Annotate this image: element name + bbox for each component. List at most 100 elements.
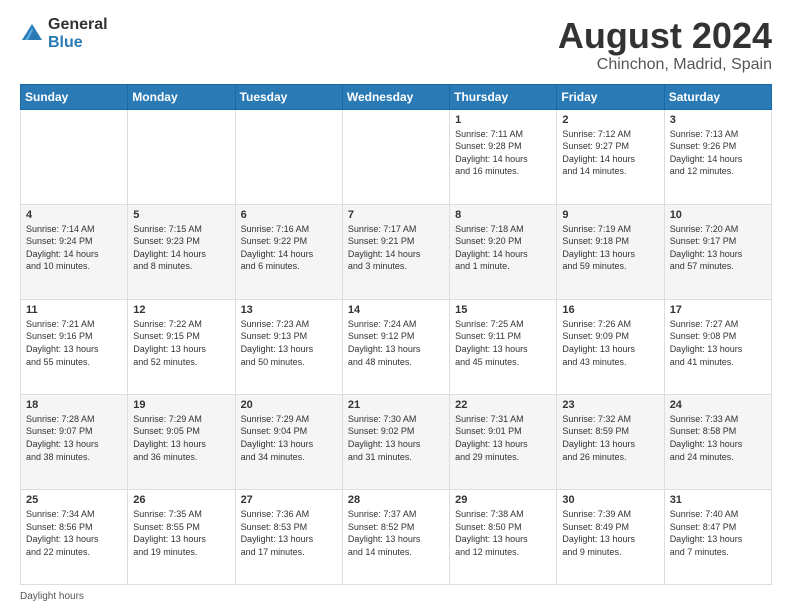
calendar-cell bbox=[21, 109, 128, 204]
logo-general-text: General bbox=[48, 16, 108, 34]
calendar-cell: 22 Sunrise: 7:31 AM Sunset: 9:01 PM Dayli… bbox=[450, 394, 557, 489]
calendar-cell: 8 Sunrise: 7:18 AM Sunset: 9:20 PM Daylig… bbox=[450, 204, 557, 299]
calendar-cell bbox=[128, 109, 235, 204]
day-info: Sunrise: 7:12 AM Sunset: 9:27 PM Dayligh… bbox=[562, 128, 658, 178]
day-number: 25 bbox=[26, 494, 122, 506]
day-number: 20 bbox=[241, 399, 337, 411]
calendar-cell: 3Sunrise: 7:13 AM Sunset: 9:26 PM Daylig… bbox=[664, 109, 771, 204]
calendar-cell: 30 Sunrise: 7:39 AM Sunset: 8:49 PM Dayli… bbox=[557, 489, 664, 584]
calendar-cell: 2 Sunrise: 7:12 AM Sunset: 9:27 PM Daylig… bbox=[557, 109, 664, 204]
calendar-cell: 5 Sunrise: 7:15 AM Sunset: 9:23 PM Daylig… bbox=[128, 204, 235, 299]
day-number: 11 bbox=[26, 304, 122, 316]
calendar-cell: 11 Sunrise: 7:21 AM Sunset: 9:16 PM Dayli… bbox=[21, 299, 128, 394]
calendar-cell: 21Sunrise: 7:30 AM Sunset: 9:02 PM Dayli… bbox=[342, 394, 449, 489]
day-info: Sunrise: 7:37 AM Sunset: 8:52 PM Dayligh… bbox=[348, 508, 444, 558]
day-number: 5 bbox=[133, 209, 229, 221]
calendar-week-3: 11 Sunrise: 7:21 AM Sunset: 9:16 PM Dayli… bbox=[21, 299, 772, 394]
day-info: Sunrise: 7:33 AM Sunset: 8:58 PM Dayligh… bbox=[670, 413, 766, 463]
day-number: 24 bbox=[670, 399, 766, 411]
calendar-cell: 27 Sunrise: 7:36 AM Sunset: 8:53 PM Dayli… bbox=[235, 489, 342, 584]
day-info: Sunrise: 7:39 AM Sunset: 8:49 PM Dayligh… bbox=[562, 508, 658, 558]
logo: General Blue bbox=[20, 16, 108, 51]
day-number: 28 bbox=[348, 494, 444, 506]
day-info: Sunrise: 7:22 AM Sunset: 9:15 PM Dayligh… bbox=[133, 318, 229, 368]
calendar-week-4: 18 Sunrise: 7:28 AM Sunset: 9:07 PM Dayli… bbox=[21, 394, 772, 489]
calendar-cell: 6Sunrise: 7:16 AM Sunset: 9:22 PM Daylig… bbox=[235, 204, 342, 299]
day-number: 30 bbox=[562, 494, 658, 506]
calendar-cell bbox=[342, 109, 449, 204]
calendar-header-wednesday: Wednesday bbox=[342, 84, 449, 109]
calendar-cell: 13Sunrise: 7:23 AM Sunset: 9:13 PM Dayli… bbox=[235, 299, 342, 394]
calendar-cell: 31Sunrise: 7:40 AM Sunset: 8:47 PM Dayli… bbox=[664, 489, 771, 584]
day-info: Sunrise: 7:35 AM Sunset: 8:55 PM Dayligh… bbox=[133, 508, 229, 558]
page: General Blue August 2024 Chinchon, Madri… bbox=[0, 0, 792, 612]
calendar-cell: 1Sunrise: 7:11 AM Sunset: 9:28 PM Daylig… bbox=[450, 109, 557, 204]
day-number: 18 bbox=[26, 399, 122, 411]
day-number: 23 bbox=[562, 399, 658, 411]
day-info: Sunrise: 7:36 AM Sunset: 8:53 PM Dayligh… bbox=[241, 508, 337, 558]
calendar-cell: 25 Sunrise: 7:34 AM Sunset: 8:56 PM Dayli… bbox=[21, 489, 128, 584]
day-number: 8 bbox=[455, 209, 551, 221]
subtitle: Chinchon, Madrid, Spain bbox=[558, 56, 772, 74]
day-number: 19 bbox=[133, 399, 229, 411]
day-info: Sunrise: 7:34 AM Sunset: 8:56 PM Dayligh… bbox=[26, 508, 122, 558]
day-info: Sunrise: 7:29 AM Sunset: 9:04 PM Dayligh… bbox=[241, 413, 337, 463]
logo-blue-text: Blue bbox=[48, 34, 108, 52]
day-info: Sunrise: 7:21 AM Sunset: 9:16 PM Dayligh… bbox=[26, 318, 122, 368]
logo-icon bbox=[20, 22, 44, 46]
main-title: August 2024 bbox=[558, 16, 772, 56]
calendar-cell: 29 Sunrise: 7:38 AM Sunset: 8:50 PM Dayli… bbox=[450, 489, 557, 584]
day-info: Sunrise: 7:23 AM Sunset: 9:13 PM Dayligh… bbox=[241, 318, 337, 368]
day-number: 12 bbox=[133, 304, 229, 316]
calendar-cell: 12 Sunrise: 7:22 AM Sunset: 9:15 PM Dayli… bbox=[128, 299, 235, 394]
day-number: 29 bbox=[455, 494, 551, 506]
day-info: Sunrise: 7:31 AM Sunset: 9:01 PM Dayligh… bbox=[455, 413, 551, 463]
day-info: Sunrise: 7:16 AM Sunset: 9:22 PM Dayligh… bbox=[241, 223, 337, 273]
footer: Daylight hours bbox=[20, 591, 772, 602]
day-info: Sunrise: 7:40 AM Sunset: 8:47 PM Dayligh… bbox=[670, 508, 766, 558]
calendar-cell: 9 Sunrise: 7:19 AM Sunset: 9:18 PM Daylig… bbox=[557, 204, 664, 299]
day-info: Sunrise: 7:11 AM Sunset: 9:28 PM Dayligh… bbox=[455, 128, 551, 178]
calendar-cell: 24 Sunrise: 7:33 AM Sunset: 8:58 PM Dayli… bbox=[664, 394, 771, 489]
day-number: 27 bbox=[241, 494, 337, 506]
day-info: Sunrise: 7:24 AM Sunset: 9:12 PM Dayligh… bbox=[348, 318, 444, 368]
day-info: Sunrise: 7:19 AM Sunset: 9:18 PM Dayligh… bbox=[562, 223, 658, 273]
day-number: 22 bbox=[455, 399, 551, 411]
calendar-header-friday: Friday bbox=[557, 84, 664, 109]
calendar-cell: 7 Sunrise: 7:17 AM Sunset: 9:21 PM Daylig… bbox=[342, 204, 449, 299]
day-number: 9 bbox=[562, 209, 658, 221]
day-info: Sunrise: 7:25 AM Sunset: 9:11 PM Dayligh… bbox=[455, 318, 551, 368]
calendar-cell: 18 Sunrise: 7:28 AM Sunset: 9:07 PM Dayli… bbox=[21, 394, 128, 489]
calendar-header-monday: Monday bbox=[128, 84, 235, 109]
calendar-header-sunday: Sunday bbox=[21, 84, 128, 109]
calendar-cell: 23Sunrise: 7:32 AM Sunset: 8:59 PM Dayli… bbox=[557, 394, 664, 489]
header: General Blue August 2024 Chinchon, Madri… bbox=[20, 16, 772, 74]
calendar-cell: 10 Sunrise: 7:20 AM Sunset: 9:17 PM Dayli… bbox=[664, 204, 771, 299]
calendar-cell: 26Sunrise: 7:35 AM Sunset: 8:55 PM Dayli… bbox=[128, 489, 235, 584]
calendar-week-2: 4Sunrise: 7:14 AM Sunset: 9:24 PM Daylig… bbox=[21, 204, 772, 299]
day-number: 14 bbox=[348, 304, 444, 316]
day-info: Sunrise: 7:30 AM Sunset: 9:02 PM Dayligh… bbox=[348, 413, 444, 463]
calendar-header-saturday: Saturday bbox=[664, 84, 771, 109]
calendar-cell: 4Sunrise: 7:14 AM Sunset: 9:24 PM Daylig… bbox=[21, 204, 128, 299]
calendar-cell bbox=[235, 109, 342, 204]
logo-text: General Blue bbox=[48, 16, 108, 51]
day-number: 2 bbox=[562, 114, 658, 126]
calendar-header-tuesday: Tuesday bbox=[235, 84, 342, 109]
day-info: Sunrise: 7:18 AM Sunset: 9:20 PM Dayligh… bbox=[455, 223, 551, 273]
calendar-week-5: 25 Sunrise: 7:34 AM Sunset: 8:56 PM Dayli… bbox=[21, 489, 772, 584]
day-info: Sunrise: 7:15 AM Sunset: 9:23 PM Dayligh… bbox=[133, 223, 229, 273]
calendar-cell: 28 Sunrise: 7:37 AM Sunset: 8:52 PM Dayli… bbox=[342, 489, 449, 584]
day-number: 15 bbox=[455, 304, 551, 316]
calendar-cell: 17Sunrise: 7:27 AM Sunset: 9:08 PM Dayli… bbox=[664, 299, 771, 394]
day-number: 7 bbox=[348, 209, 444, 221]
day-info: Sunrise: 7:17 AM Sunset: 9:21 PM Dayligh… bbox=[348, 223, 444, 273]
day-number: 10 bbox=[670, 209, 766, 221]
day-info: Sunrise: 7:28 AM Sunset: 9:07 PM Dayligh… bbox=[26, 413, 122, 463]
calendar-cell: 19Sunrise: 7:29 AM Sunset: 9:05 PM Dayli… bbox=[128, 394, 235, 489]
calendar-cell: 20 Sunrise: 7:29 AM Sunset: 9:04 PM Dayli… bbox=[235, 394, 342, 489]
day-info: Sunrise: 7:38 AM Sunset: 8:50 PM Dayligh… bbox=[455, 508, 551, 558]
day-info: Sunrise: 7:20 AM Sunset: 9:17 PM Dayligh… bbox=[670, 223, 766, 273]
day-number: 3 bbox=[670, 114, 766, 126]
calendar-header-thursday: Thursday bbox=[450, 84, 557, 109]
